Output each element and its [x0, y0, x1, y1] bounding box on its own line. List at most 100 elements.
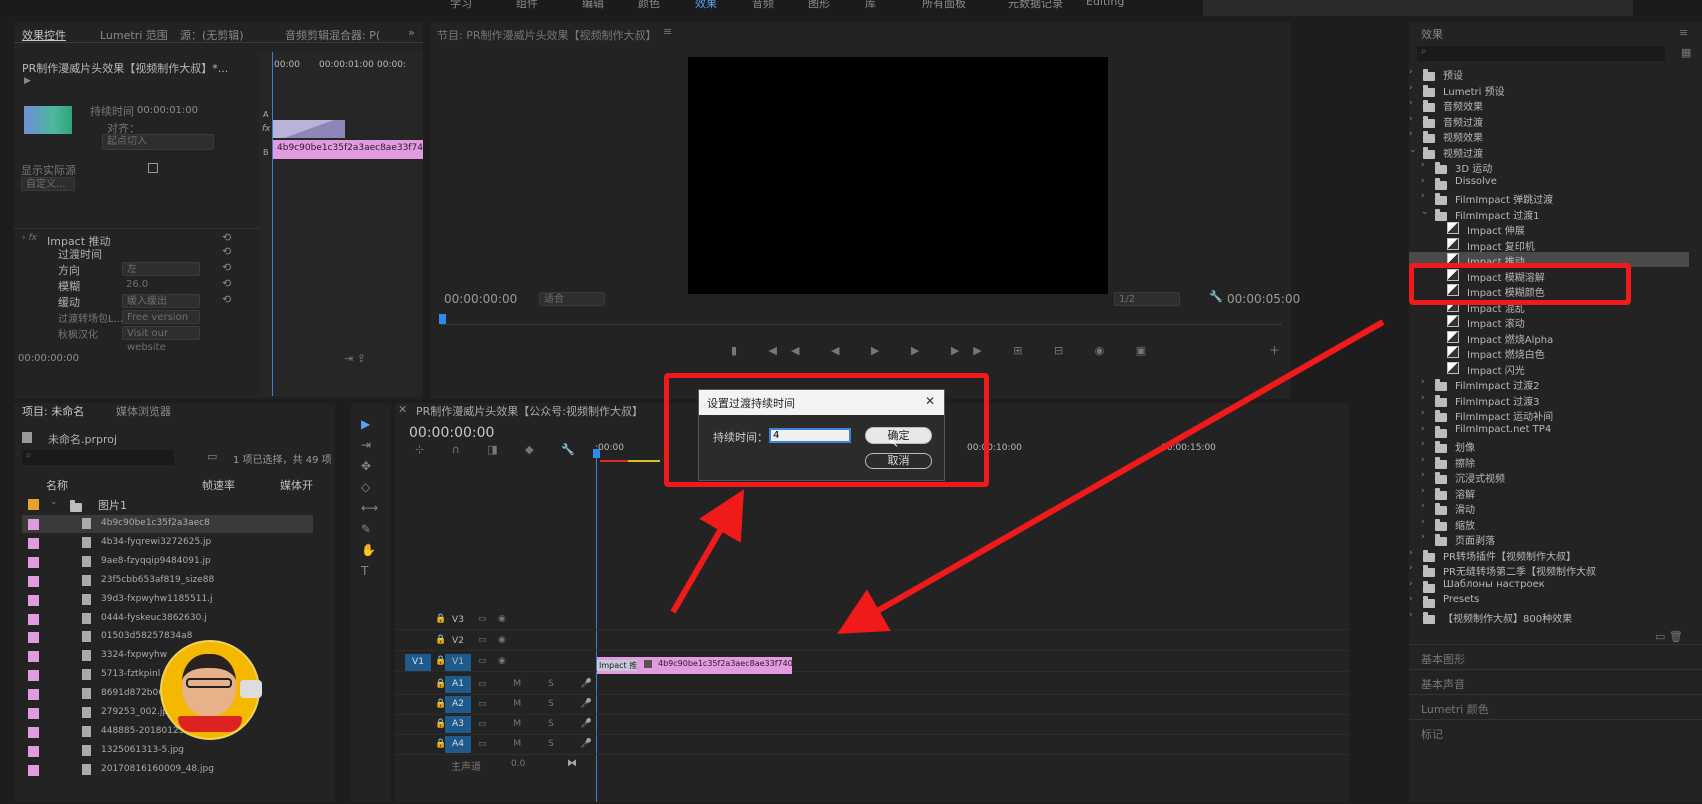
effect-folder[interactable]: › 视频效果 [1409, 128, 1689, 144]
chevron-right-icon[interactable]: › [1421, 470, 1431, 480]
export-icon[interactable]: ⇥ ⇪ [344, 352, 366, 365]
chevron-right-icon[interactable]: › [1421, 393, 1431, 403]
video-track-label[interactable]: V1 [445, 654, 471, 671]
effect-folder[interactable]: ⌄ 视频过渡 [1409, 144, 1689, 160]
project-item[interactable]: 1325061313-5.jpg [22, 742, 313, 760]
project-item[interactable]: 4b9c90be1c35f2a3aec8 [22, 515, 313, 533]
chevron-right-icon[interactable]: › [1409, 83, 1419, 93]
tool-icon[interactable]: ⟷ [361, 501, 378, 515]
track-controls[interactable]: ▭ M S 🎤 [478, 679, 604, 689]
project-item[interactable]: 9ae8-fzyqqip9484091.jp [22, 553, 313, 571]
panel-menu-icon[interactable]: » [408, 26, 415, 39]
eye-icon[interactable]: ◉ [498, 635, 506, 645]
fx-property-value[interactable]: 左 [122, 262, 200, 276]
customize-button[interactable]: 自定义... [21, 177, 75, 191]
chevron-right-icon[interactable]: › [1421, 424, 1431, 434]
chevron-right-icon[interactable]: › [1421, 517, 1431, 527]
video-track[interactable]: 🔒 V3 ▭ ◉ [395, 609, 1349, 630]
sync-lock-icon[interactable]: ▭ [478, 614, 487, 624]
workspace-tab[interactable]: 所有面板 [922, 0, 966, 11]
eye-icon[interactable]: ◉ [498, 656, 506, 666]
effect-controls-tab[interactable]: 音频剪辑混合器: P( [285, 27, 380, 43]
effect-folder[interactable]: › Lumetri 预设 [1409, 82, 1689, 98]
video-track-label[interactable]: V3 [445, 612, 471, 629]
chevron-right-icon[interactable]: › [1421, 191, 1431, 201]
chevron-right-icon[interactable]: › [1421, 377, 1431, 387]
audio-track-label[interactable]: A1 [445, 676, 471, 693]
audio-track-label[interactable]: A3 [445, 716, 471, 733]
bin-icon[interactable]: ▭ [207, 450, 217, 463]
source-patch-v[interactable]: V1 [405, 654, 431, 671]
tool-icon[interactable]: ◇ [361, 480, 370, 494]
project-column-header[interactable]: 帧速率 [202, 477, 235, 493]
project-item[interactable]: 20170816160009_48.jpg [22, 761, 313, 779]
project-tab[interactable]: 项目: 未命名 [22, 403, 84, 419]
timeline-playhead[interactable] [593, 449, 600, 458]
effect-controls-tab[interactable]: Lumetri 范围 [100, 27, 168, 43]
effect-folder[interactable]: › FilmImpact 弹跳过渡 [1409, 190, 1689, 206]
sync-lock-icon[interactable]: ▭ [478, 656, 487, 666]
workspace-tab[interactable]: 库 [865, 0, 876, 11]
effect-controls-timecode[interactable]: 00:00:00:00 [18, 353, 79, 364]
project-search[interactable]: ⌕ [22, 450, 174, 465]
workspace-tab[interactable]: 编辑 [582, 0, 604, 11]
play-icon[interactable]: ▶ [24, 76, 31, 86]
track-controls[interactable]: ▭ M S 🎤 [478, 719, 604, 729]
chevron-right-icon[interactable]: › [1409, 129, 1419, 139]
audio-track[interactable]: 🔒 A3 ▭ M S 🎤 [395, 715, 1349, 735]
project-item[interactable]: 0444-fyskeuc3862630.j [22, 610, 313, 628]
effects-section[interactable]: 标记 [1409, 719, 1702, 744]
workspace-tab[interactable]: 元数据记录 [1008, 0, 1063, 11]
audio-track[interactable]: 🔒 A4 ▭ M S 🎤 [395, 735, 1349, 755]
chevron-right-icon[interactable]: › [1421, 160, 1431, 170]
chevron-down-icon[interactable]: ⌄ [1421, 207, 1431, 217]
video-track-label[interactable]: V2 [445, 633, 471, 650]
property-reset-icon[interactable]: ⟲ [222, 293, 231, 306]
chevron-right-icon[interactable]: › [1409, 98, 1419, 108]
effect-folder[interactable]: › Dissolve [1409, 175, 1689, 190]
effect-folder[interactable]: › FilmImpact 过渡3 [1409, 392, 1689, 408]
effects-section[interactable]: 基本声音 [1409, 669, 1702, 694]
add-button-icon[interactable]: ＋ [1269, 342, 1280, 358]
quality-dropdown[interactable]: 1/2 [1114, 292, 1180, 306]
effect-item[interactable]: Impact 燃烧Alpha [1409, 330, 1689, 346]
fit-dropdown[interactable]: 适合 [539, 292, 605, 306]
chevron-right-icon[interactable]: › [1409, 594, 1419, 604]
tool-icon[interactable]: ⇥ [361, 438, 371, 452]
program-ruler[interactable] [441, 312, 1281, 325]
sync-lock-icon[interactable]: ▭ [478, 635, 487, 645]
tool-icon[interactable]: T [361, 564, 368, 578]
effect-folder[interactable]: › FilmImpact 过渡2 [1409, 376, 1689, 392]
project-item[interactable]: 4b34-fyqrewi3272625.jp [22, 534, 313, 552]
chevron-right-icon[interactable]: › [1421, 532, 1431, 542]
tool-icon[interactable]: ✥ [361, 459, 371, 473]
project-tab[interactable]: 媒体浏览器 [116, 403, 171, 419]
effect-folder[interactable]: › 3D 运动 [1409, 159, 1689, 175]
property-reset-icon[interactable]: ⟲ [222, 261, 231, 274]
timeline-clip[interactable]: Impact 推 4b9c90be1c35f2a3aec8ae33f740c18… [597, 657, 792, 674]
tool-icon[interactable]: ✎ [361, 522, 371, 536]
property-reset-icon[interactable]: ⟲ [222, 245, 231, 258]
chevron-right-icon[interactable]: › [1409, 610, 1419, 620]
effect-controls-tab[interactable]: 源：(无剪辑) [180, 27, 244, 43]
folder-chevron-icon[interactable]: ⌄ [50, 497, 58, 507]
effect-controls-tab[interactable]: 效果控件 [22, 27, 66, 43]
mini-clip[interactable]: 4b9c90be1c35f2a3aec8ae33f740c18 [273, 140, 423, 159]
chevron-right-icon[interactable]: › [1409, 579, 1419, 589]
effects-footer-icons[interactable]: ▭ 🗑 [1655, 630, 1683, 643]
project-item[interactable]: 39d3-fxpwyhw1185511.j [22, 591, 313, 609]
audio-track-label[interactable]: A4 [445, 736, 471, 753]
chevron-right-icon[interactable]: › [1409, 67, 1419, 77]
property-reset-icon[interactable]: ⟲ [222, 277, 231, 290]
project-column-header[interactable]: 媒体开 [280, 477, 313, 493]
fx-property-value[interactable]: Visit our website [122, 326, 200, 353]
chevron-right-icon[interactable]: › [1421, 486, 1431, 496]
effect-folder[interactable]: › 滑动 [1409, 500, 1689, 516]
search-box[interactable] [1203, 0, 1633, 16]
transport-controls[interactable]: ▮ ◀◀ ◀ ▶ ▶ ▶▶ ⊞ ⊟ ◉ ▣ [731, 344, 1160, 357]
effect-folder[interactable]: › Presets [1409, 593, 1689, 608]
effect-folder[interactable]: › 缩放 [1409, 516, 1689, 532]
effects-search[interactable]: ⌕ [1417, 46, 1665, 61]
project-column-header[interactable]: 名称 [46, 477, 68, 493]
effects-menu-icon[interactable]: ≡ [1679, 26, 1688, 39]
